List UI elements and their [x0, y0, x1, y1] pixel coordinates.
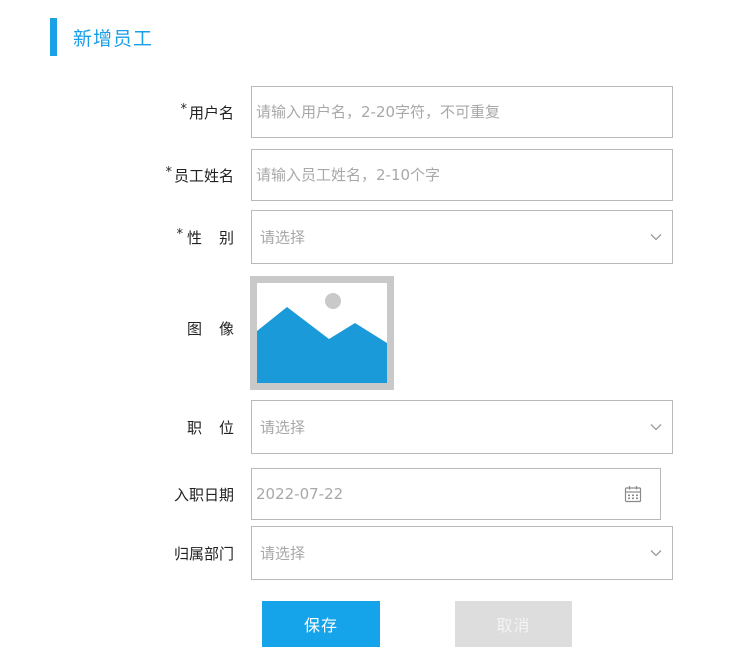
image-placeholder-icon [257, 293, 387, 383]
username-field-wrapper [251, 86, 673, 138]
required-mark: * [180, 102, 187, 117]
department-row: 归属部门 请选择 [0, 526, 751, 580]
hire-date-label: 入职日期 [173, 486, 234, 504]
username-input[interactable] [252, 87, 672, 137]
position-label: 职位 [186, 419, 251, 437]
gender-label: * 性别 [176, 227, 251, 248]
username-row: * 用户名 [0, 86, 751, 138]
avatar-upload[interactable] [250, 276, 394, 390]
hire-date-picker[interactable]: 2022-07-22 [251, 468, 661, 520]
gender-label-text: 性别 [186, 229, 251, 247]
gender-select[interactable]: 请选择 [251, 210, 673, 264]
calendar-icon[interactable] [624, 485, 642, 503]
hire-date-value: 2022-07-22 [256, 485, 344, 503]
image-placeholder [257, 283, 387, 383]
page-title: 新增员工 [73, 27, 154, 50]
employee-name-label-text: 员工姓名 [173, 167, 234, 185]
chevron-down-icon [650, 424, 662, 431]
department-select[interactable]: 请选择 [251, 526, 673, 580]
position-row: 职位 请选择 [0, 400, 751, 454]
section-header: 新增员工 [50, 18, 153, 56]
add-employee-page: 新增员工 *用户名 *员工姓名 *性别 请选择 图像 [0, 0, 751, 660]
chevron-down-icon [650, 550, 662, 557]
position-selected-value: 请选择 [260, 418, 306, 437]
hire-date-row: 入职日期 2022-07-22 [0, 468, 751, 520]
department-selected-value: 请选择 [260, 544, 306, 563]
employee-name-field-wrapper [251, 149, 673, 201]
gender-row: * 性别 请选择 [0, 210, 751, 264]
employee-name-row: * 员工姓名 [0, 149, 751, 201]
username-label: * 用户名 [180, 102, 234, 123]
cancel-button[interactable]: 取消 [455, 601, 572, 647]
save-button[interactable]: 保存 [262, 601, 380, 647]
employee-name-input[interactable] [252, 150, 672, 200]
required-mark: * [176, 227, 183, 242]
position-select[interactable]: 请选择 [251, 400, 673, 454]
header-accent-bar [50, 18, 57, 56]
chevron-down-icon [650, 234, 662, 241]
required-mark: * [165, 165, 172, 180]
avatar-label: 图像 [186, 320, 251, 338]
department-label: 归属部门 [173, 545, 234, 563]
username-label-text: 用户名 [188, 104, 234, 122]
gender-selected-value: 请选择 [260, 228, 306, 247]
employee-name-label: * 员工姓名 [165, 165, 234, 186]
